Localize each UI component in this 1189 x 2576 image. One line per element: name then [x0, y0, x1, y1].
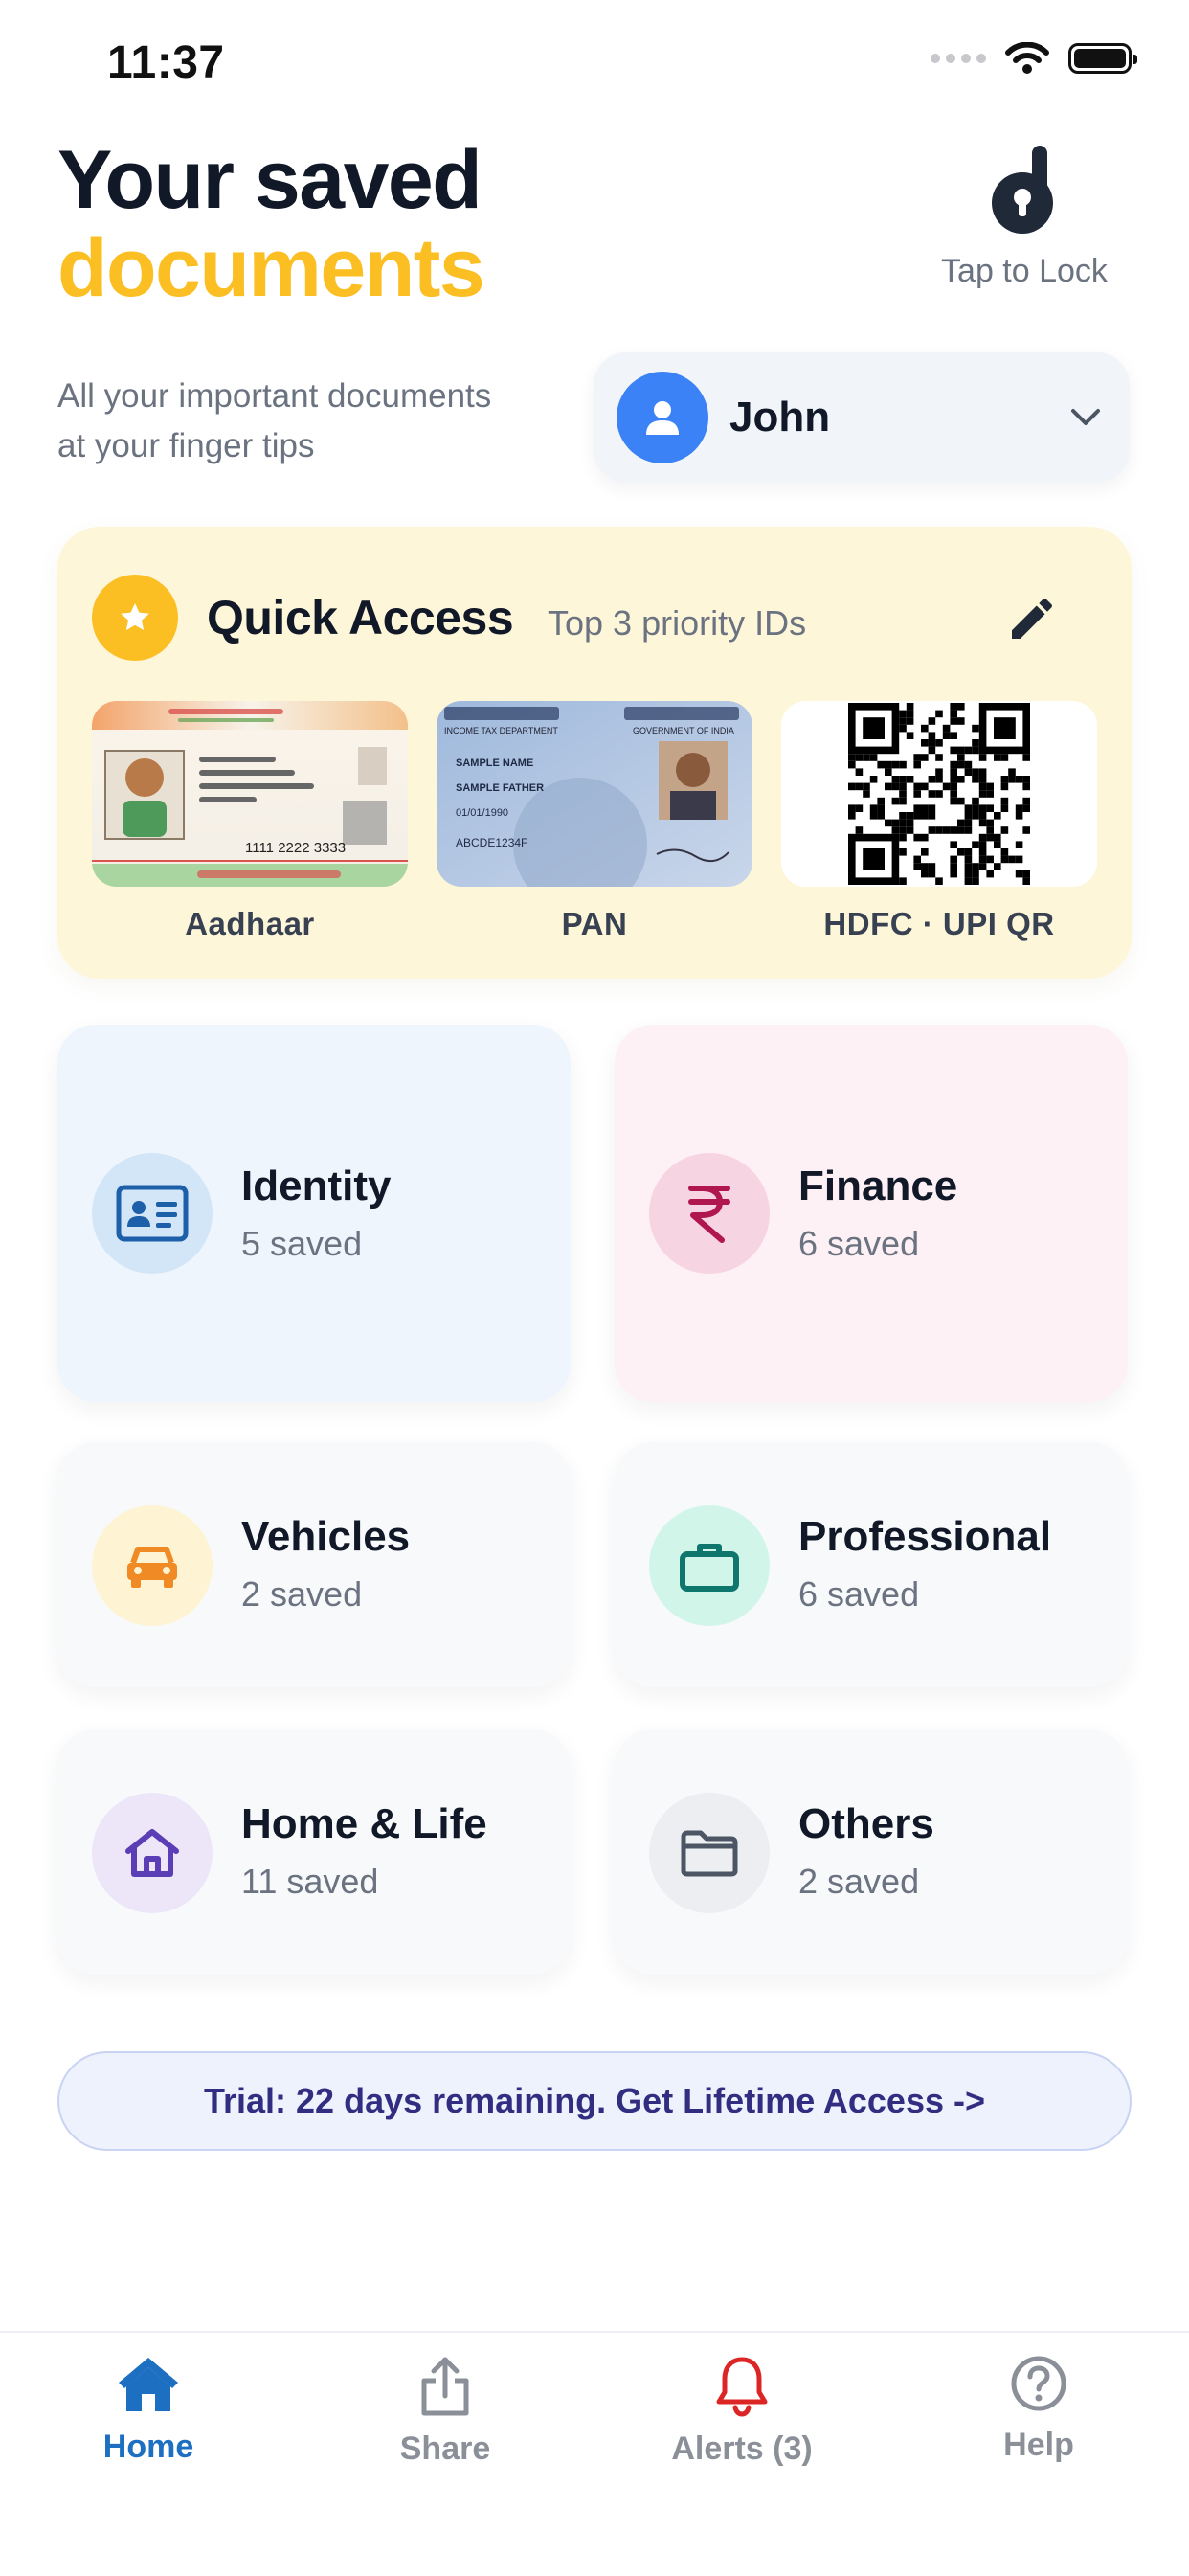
star-icon — [92, 575, 178, 661]
svg-text:INCOME TAX DEPARTMENT: INCOME TAX DEPARTMENT — [444, 726, 558, 735]
category-identity[interactable]: Identity 5 saved — [57, 1025, 571, 1402]
category-count: 11 saved — [241, 1862, 379, 1901]
svg-text:1111 2222 3333: 1111 2222 3333 — [245, 840, 346, 856]
id-card-icon — [92, 1153, 213, 1274]
quick-access-subtitle: Top 3 priority IDs — [548, 603, 807, 643]
chevron-down-icon — [1071, 409, 1100, 425]
page-subtitle: All your important documents at your fin… — [57, 377, 492, 464]
upi-qr-thumbnail[interactable] — [781, 701, 1097, 887]
bottom-navigation: Home Share Alerts (3) Help — [0, 2331, 1189, 2576]
category-finance[interactable]: Finance 6 saved — [615, 1025, 1128, 1402]
category-count: 6 saved — [798, 1574, 920, 1614]
category-count: 2 saved — [798, 1862, 920, 1901]
category-name: Others — [798, 1800, 934, 1847]
page-title-highlight: documents — [57, 222, 485, 314]
category-name: Professional — [798, 1513, 1052, 1560]
svg-text:ABCDE1234F: ABCDE1234F — [456, 836, 527, 849]
category-name: Vehicles — [241, 1513, 411, 1560]
category-vehicles[interactable]: Vehicles 2 saved — [57, 1442, 571, 1687]
avatar — [617, 372, 708, 463]
pan-label: PAN — [561, 906, 628, 941]
status-icons — [931, 42, 1137, 75]
trial-banner-button[interactable]: Trial: 22 days remaining. Get Lifetime A… — [57, 2051, 1132, 2151]
app-logo-lock-icon — [992, 146, 1053, 234]
nav-home[interactable]: Home — [29, 2354, 268, 2466]
svg-text:SAMPLE NAME: SAMPLE NAME — [456, 757, 533, 769]
bell-icon — [716, 2357, 768, 2417]
category-count: 2 saved — [241, 1574, 363, 1614]
category-professional[interactable]: Professional 6 saved — [615, 1442, 1128, 1687]
category-others[interactable]: Others 2 saved — [615, 1729, 1128, 1975]
person-icon — [646, 401, 679, 435]
nav-help[interactable]: Help — [919, 2354, 1158, 2464]
svg-text:01/01/1990: 01/01/1990 — [456, 807, 508, 819]
signal-icon — [931, 54, 986, 63]
svg-text:SAMPLE FATHER: SAMPLE FATHER — [456, 782, 544, 794]
battery-icon — [1068, 43, 1137, 74]
page-title: Your saved — [57, 134, 482, 226]
pencil-icon[interactable] — [1005, 592, 1059, 645]
folder-icon — [649, 1793, 770, 1913]
wifi-icon — [1005, 42, 1049, 74]
help-icon — [1011, 2356, 1066, 2411]
profile-name: John — [729, 394, 831, 441]
briefcase-icon — [649, 1505, 770, 1626]
category-name: Home & Life — [241, 1800, 487, 1847]
category-home-and-life[interactable]: Home & Life 11 saved — [57, 1729, 571, 1975]
quick-access-section: Quick Access Top 3 priority IDs 1111 222… — [57, 527, 1132, 979]
category-name: Identity — [241, 1163, 392, 1209]
qr-code-image — [781, 701, 1097, 887]
aadhaar-label: Aadhaar — [185, 906, 315, 941]
aadhaar-card-thumbnail[interactable]: 1111 2222 3333 — [92, 701, 408, 887]
category-count: 6 saved — [798, 1224, 920, 1263]
rupee-icon — [649, 1153, 770, 1274]
car-icon — [92, 1505, 213, 1626]
svg-text:GOVERNMENT OF INDIA: GOVERNMENT OF INDIA — [633, 726, 734, 735]
profile-selector[interactable]: John — [594, 352, 1130, 483]
home-icon — [119, 2358, 178, 2411]
house-icon — [92, 1793, 213, 1913]
nav-share[interactable]: Share — [325, 2354, 565, 2468]
category-name: Finance — [798, 1163, 958, 1209]
quick-access-title: Quick Access — [207, 591, 514, 644]
category-count: 5 saved — [241, 1224, 363, 1263]
tap-to-lock-button[interactable]: Tap to Lock — [919, 144, 1130, 316]
upi-qr-label: HDFC · UPI QR — [823, 906, 1055, 941]
share-icon — [421, 2357, 469, 2416]
status-time: 11:37 — [107, 37, 225, 88]
pan-card-thumbnail[interactable]: INCOME TAX DEPARTMENT GOVERNMENT OF INDI… — [437, 701, 752, 887]
tap-to-lock-label: Tap to Lock — [941, 253, 1108, 289]
nav-alerts[interactable]: Alerts (3) — [622, 2354, 862, 2468]
